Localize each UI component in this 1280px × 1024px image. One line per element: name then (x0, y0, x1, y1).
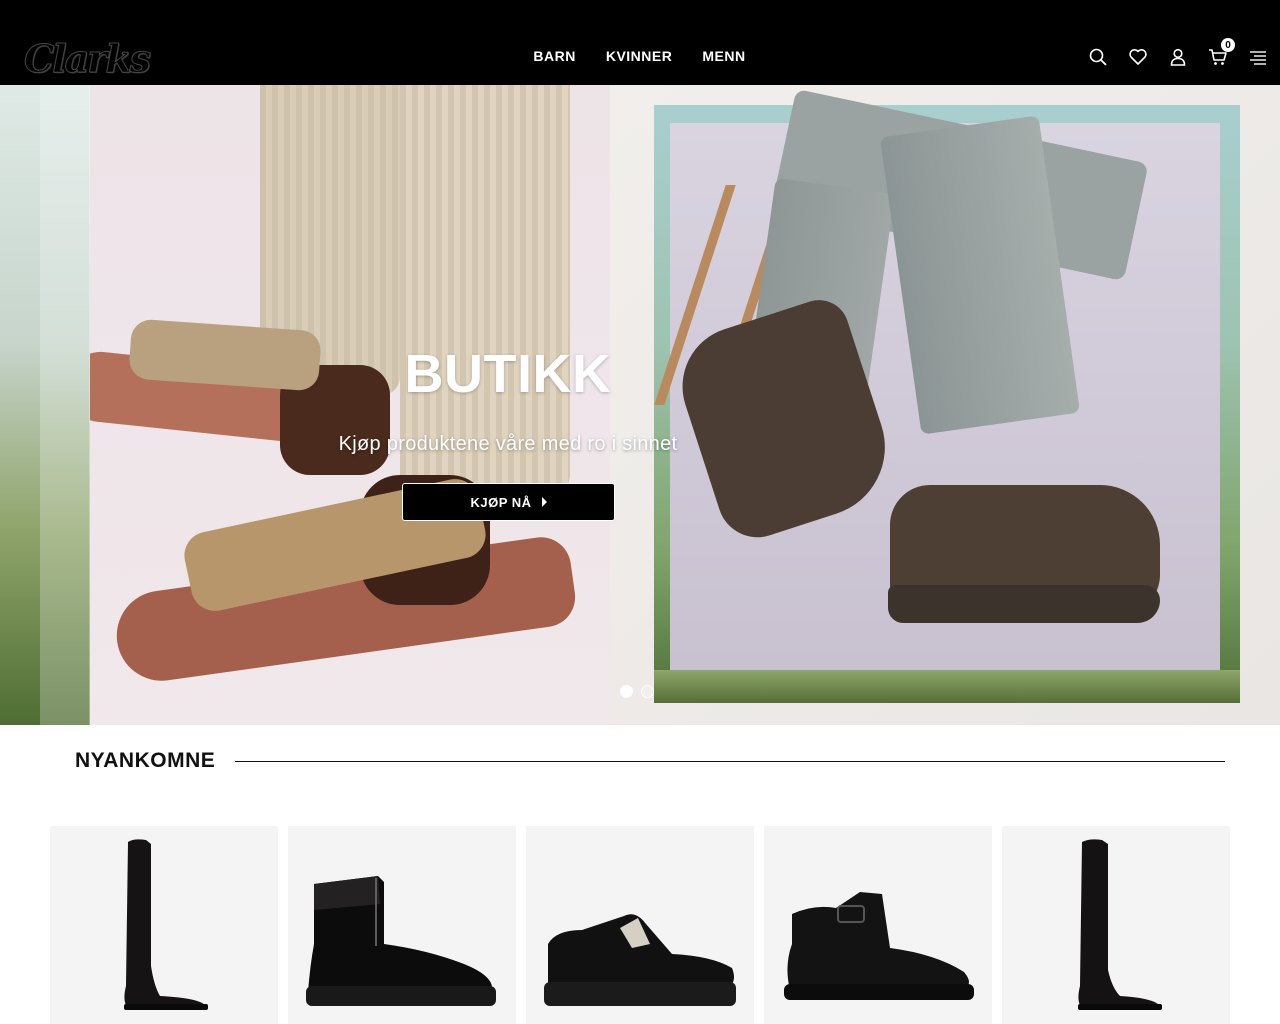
product-card[interactable] (526, 826, 754, 1024)
section-divider (235, 760, 1225, 762)
patent-ankle-boot-image (306, 876, 496, 1006)
hero-frame-edge (40, 85, 90, 725)
cart-count-badge: 0 (1221, 38, 1235, 52)
tall-leather-boot-image (1078, 839, 1162, 1010)
cart-icon[interactable]: 0 (1208, 38, 1235, 67)
menu-icon[interactable] (1248, 47, 1268, 67)
search-icon[interactable] (1088, 47, 1108, 67)
new-arrivals-header: NYANKOMNE (75, 746, 1225, 776)
heart-icon[interactable] (1128, 47, 1148, 67)
section-title: NYANKOMNE (75, 749, 216, 772)
tall-boot-image (124, 839, 208, 1010)
nav-item-menn[interactable]: MENN (702, 48, 745, 64)
slider-dot-1[interactable] (620, 685, 633, 698)
product-card[interactable] (50, 826, 278, 1024)
caret-right-icon (541, 497, 547, 507)
product-card[interactable] (764, 826, 992, 1024)
slider-dot-2[interactable] (641, 685, 654, 698)
product-card[interactable] (1002, 826, 1230, 1024)
buckle-ankle-boot-image (784, 892, 974, 1000)
slider-dots (620, 685, 654, 698)
hero-banner: BUTIKK Kjøp produktene våre med ro i sin… (0, 85, 1280, 725)
nav-item-barn[interactable]: BARN (533, 48, 575, 64)
hero-subtitle: Kjøp produktene våre med ro i sinnet (338, 433, 678, 455)
product-grid (50, 826, 1230, 1024)
site-header: Clarks BARN KVINNER MENN 0 (0, 0, 1280, 85)
wallabee-shoe-image (544, 914, 736, 1006)
header-icons: 0 (1088, 38, 1268, 67)
shop-now-button[interactable]: KJØP NÅ (402, 483, 615, 521)
shop-now-label: KJØP NÅ (470, 494, 532, 510)
hero-photo-sandals-left (90, 85, 610, 725)
nav-item-kvinner[interactable]: KVINNER (606, 48, 673, 64)
product-card[interactable] (288, 826, 516, 1024)
user-icon[interactable] (1168, 47, 1188, 67)
hero-title: BUTIKK (404, 344, 612, 404)
